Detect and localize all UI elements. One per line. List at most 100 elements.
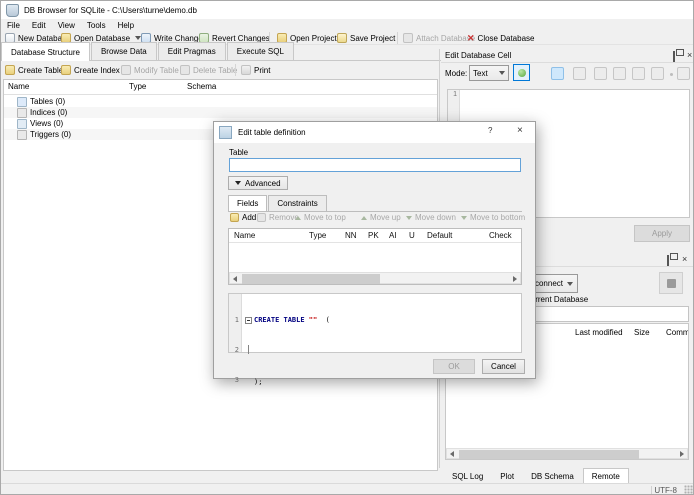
fold-marker-icon[interactable] [245, 316, 252, 324]
tab-constraints[interactable]: Constraints [268, 195, 327, 211]
sql-line-3: ); [254, 378, 263, 386]
remove-field-button[interactable]: Remove [257, 212, 299, 223]
dialog-table-icon [219, 126, 232, 139]
remote-column-last-modified[interactable]: Last modified [575, 328, 623, 337]
tree-item-indices[interactable]: Indices (0) [4, 107, 437, 118]
dock-float-icon[interactable] [673, 51, 683, 62]
tab-execute-sql[interactable]: Execute SQL [226, 42, 294, 60]
ok-button[interactable]: OK [433, 359, 475, 374]
create-table-icon [5, 65, 15, 75]
scrollbar-thumb[interactable] [242, 274, 380, 284]
remote-h-scrollbar[interactable] [446, 448, 688, 459]
sql-open-paren: ( [325, 316, 330, 324]
create-table-button[interactable]: Create Table [5, 64, 63, 76]
move-to-top-button[interactable]: Move to top [295, 212, 346, 223]
advanced-collapse-icon [235, 181, 241, 185]
remote-column-commit[interactable]: Commit [666, 328, 688, 337]
tab-fields[interactable]: Fields [228, 195, 268, 211]
move-to-top-icon [295, 215, 301, 220]
menu-file[interactable]: File [1, 19, 26, 31]
set-null-icon[interactable] [573, 67, 586, 80]
col-nn[interactable]: NN [345, 231, 357, 240]
col-pk[interactable]: PK [368, 231, 379, 240]
tab-plot[interactable]: Plot [492, 469, 522, 484]
col-default[interactable]: Default [427, 231, 452, 240]
modify-table-button[interactable]: Modify Table [121, 64, 179, 76]
col-check[interactable]: Check [489, 231, 512, 240]
tab-database-structure[interactable]: Database Structure [1, 42, 90, 61]
export-file-icon[interactable] [613, 67, 626, 80]
dialog-help-icon[interactable]: ? [488, 126, 492, 135]
advanced-toggle-button[interactable]: Advanced [228, 176, 288, 190]
sql-keyword: CREATE TABLE [254, 316, 305, 324]
status-divider [651, 486, 652, 494]
attach-database-button[interactable]: Attach Database [403, 32, 475, 44]
apply-button[interactable]: Apply [634, 225, 690, 242]
scroll-right-icon[interactable] [680, 451, 684, 457]
menu-edit[interactable]: Edit [26, 19, 52, 31]
menu-help[interactable]: Help [112, 19, 140, 31]
table-name-label: Table [229, 148, 249, 157]
scroll-left-icon[interactable] [233, 276, 237, 282]
fields-h-scrollbar[interactable] [229, 272, 521, 284]
tree-column-name[interactable]: Name [8, 82, 29, 91]
mode-select[interactable]: Text [469, 65, 509, 81]
tree-column-schema[interactable]: Schema [187, 82, 216, 91]
tab-sql-log[interactable]: SQL Log [444, 469, 491, 484]
tab-db-schema[interactable]: DB Schema [523, 469, 582, 484]
move-down-button[interactable]: Move down [406, 212, 456, 223]
add-field-button[interactable]: Add [230, 212, 256, 223]
print-button[interactable]: Print [241, 64, 270, 76]
table-name-input[interactable] [229, 158, 521, 172]
import-file-icon[interactable] [594, 67, 607, 80]
save-cell-icon[interactable] [632, 67, 645, 80]
tab-browse-data[interactable]: Browse Data [90, 42, 157, 60]
dialog-title: Edit table definition [238, 128, 306, 137]
dialog-titlebar[interactable]: Edit table definition ? × [214, 122, 535, 143]
open-project-label: Open Project [290, 33, 337, 43]
move-to-bottom-button[interactable]: Move to bottom [461, 212, 525, 223]
scroll-right-icon[interactable] [513, 276, 517, 282]
tab-edit-pragmas[interactable]: Edit Pragmas [157, 42, 226, 60]
tree-header[interactable]: Name Type Schema [4, 80, 437, 95]
mode-label: Mode: [445, 69, 468, 78]
create-index-button[interactable]: Create Index [61, 64, 120, 76]
tree-column-type[interactable]: Type [129, 82, 146, 91]
close-database-label: Close Database [477, 33, 535, 43]
fields-grid[interactable]: Name Type NN PK AI U Default Check [228, 228, 522, 285]
resize-grip[interactable] [684, 485, 693, 494]
dock-float-icon[interactable] [667, 255, 677, 266]
col-u[interactable]: U [409, 231, 415, 240]
close-database-x-icon: ✕ [467, 32, 475, 43]
col-type[interactable]: Type [309, 231, 326, 240]
save-project-button[interactable]: Save Project [337, 32, 395, 44]
cancel-button[interactable]: Cancel [482, 359, 525, 374]
col-name[interactable]: Name [234, 231, 255, 240]
move-up-button[interactable]: Move up [361, 212, 401, 223]
tree-item-tables[interactable]: Tables (0) [4, 96, 437, 107]
scrollbar-thumb[interactable] [459, 450, 639, 459]
views-icon [17, 118, 27, 129]
sql-line-1: CREATE TABLE "" ( [245, 315, 330, 325]
edit-cell-dock-title: Edit Database Cell [445, 51, 512, 60]
delete-table-button[interactable]: Delete Table [180, 64, 237, 76]
scroll-left-icon[interactable] [450, 451, 454, 457]
remote-column-size[interactable]: Size [634, 328, 650, 337]
sql-preview[interactable]: 1 2 3 CREATE TABLE "" ( ); [228, 293, 522, 386]
menu-view[interactable]: View [52, 19, 81, 31]
dock-close-icon[interactable]: × [682, 255, 692, 264]
clone-database-button[interactable] [659, 272, 683, 294]
dock-close-icon[interactable]: × [687, 51, 693, 60]
menu-tools[interactable]: Tools [81, 19, 112, 31]
auto-detect-mode-toggle[interactable] [513, 64, 530, 81]
create-index-icon [61, 65, 71, 75]
encoding-status[interactable]: UTF-8 [654, 486, 677, 494]
fields-grid-header[interactable]: Name Type NN PK AI U Default Check [229, 229, 521, 243]
tab-remote[interactable]: Remote [582, 467, 629, 485]
close-database-button[interactable]: ✕ Close Database [467, 32, 534, 44]
print-cell-icon[interactable] [677, 67, 690, 80]
col-ai[interactable]: AI [389, 231, 397, 240]
fullscreen-icon[interactable] [651, 67, 664, 80]
word-wrap-icon[interactable] [551, 67, 564, 80]
dialog-close-icon[interactable]: × [517, 125, 523, 136]
